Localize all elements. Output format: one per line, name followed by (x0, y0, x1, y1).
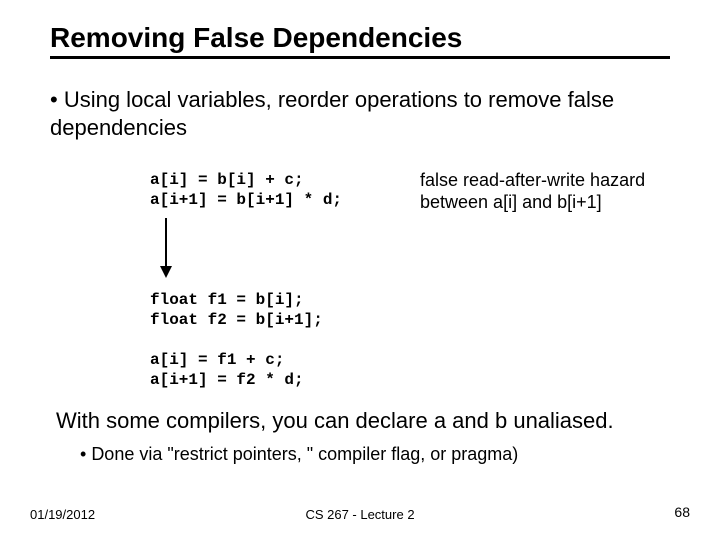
main-bullet: Using local variables, reorder operation… (50, 86, 670, 141)
code-block-rewritten: a[i] = f1 + c; a[i+1] = f2 * d; (150, 350, 304, 390)
footer-page-number: 68 (674, 504, 690, 520)
code-block-temps: float f1 = b[i]; float f2 = b[i+1]; (150, 290, 323, 330)
closing-line: With some compilers, you can declare a a… (56, 408, 676, 434)
slide-title: Removing False Dependencies (50, 22, 670, 54)
slide: Removing False Dependencies Using local … (0, 0, 720, 540)
title-underline: Removing False Dependencies (50, 22, 670, 59)
sub-bullet-text: Done via "restrict pointers, " compiler … (91, 444, 518, 464)
code-block-original: a[i] = b[i] + c; a[i+1] = b[i+1] * d; (150, 170, 342, 210)
sub-bullet: Done via "restrict pointers, " compiler … (80, 444, 680, 465)
footer-center: CS 267 - Lecture 2 (0, 507, 720, 522)
down-arrow-icon (158, 218, 174, 278)
main-bullet-text: Using local variables, reorder operation… (50, 87, 614, 140)
hazard-note: false read-after-write hazard between a[… (420, 170, 680, 213)
